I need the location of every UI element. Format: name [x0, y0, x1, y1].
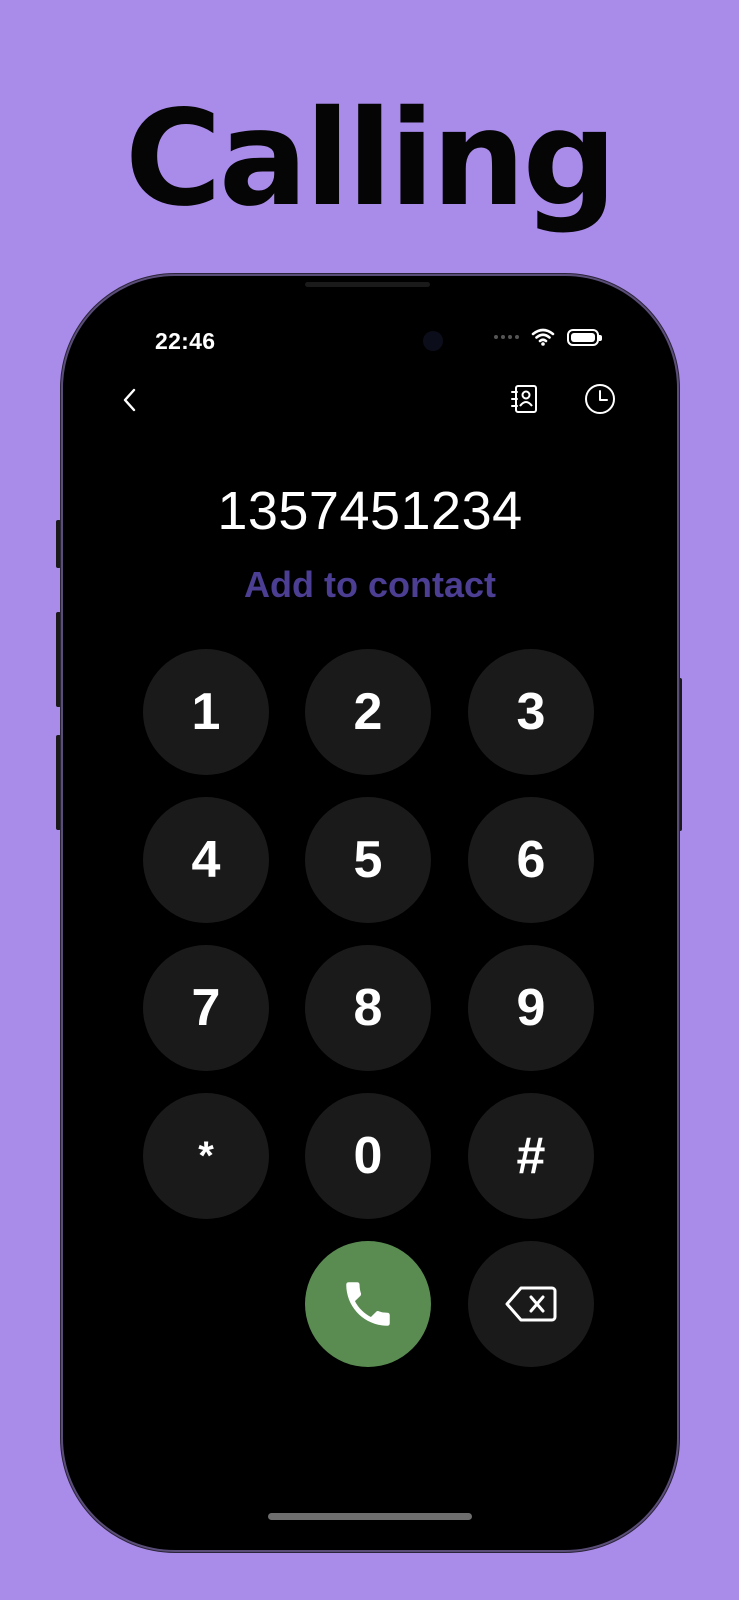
phone-mute-switch: [56, 520, 61, 568]
key-hash[interactable]: #: [468, 1093, 594, 1219]
phone-volume-up: [56, 612, 61, 707]
key-9[interactable]: 9: [468, 945, 594, 1071]
phone-volume-down: [56, 735, 61, 830]
key-star[interactable]: *: [143, 1093, 269, 1219]
key-2[interactable]: 2: [305, 649, 431, 775]
key-8[interactable]: 8: [305, 945, 431, 1071]
contact-book-icon[interactable]: [509, 383, 541, 415]
key-6[interactable]: 6: [468, 797, 594, 923]
delete-button[interactable]: [468, 1241, 594, 1367]
signal-icon: [494, 335, 519, 339]
status-time: 22:46: [155, 328, 216, 354]
battery-icon: [567, 328, 602, 346]
wifi-icon: [531, 328, 555, 346]
dialed-number: 1357451234: [217, 481, 523, 541]
key-7[interactable]: 7: [143, 945, 269, 1071]
phone-power-button: [677, 678, 682, 831]
phone-screen: 22:46 1357451234 Add to contact 1 2 3 4 …: [63, 276, 677, 1550]
home-indicator[interactable]: [268, 1513, 472, 1520]
clock-icon[interactable]: [583, 382, 617, 416]
key-0[interactable]: 0: [305, 1093, 431, 1219]
key-3[interactable]: 3: [468, 649, 594, 775]
phone-icon: [346, 1282, 390, 1326]
status-icons: [494, 328, 602, 346]
front-camera: [423, 331, 443, 351]
key-5[interactable]: 5: [305, 797, 431, 923]
key-1[interactable]: 1: [143, 649, 269, 775]
key-4[interactable]: 4: [143, 797, 269, 923]
add-to-contact-link[interactable]: Add to contact: [63, 564, 677, 606]
phone-speaker: [305, 282, 430, 287]
backspace-icon: [505, 1286, 557, 1322]
call-button[interactable]: [305, 1241, 431, 1367]
chevron-left-icon[interactable]: [115, 384, 147, 416]
promo-title: Calling: [124, 82, 617, 236]
